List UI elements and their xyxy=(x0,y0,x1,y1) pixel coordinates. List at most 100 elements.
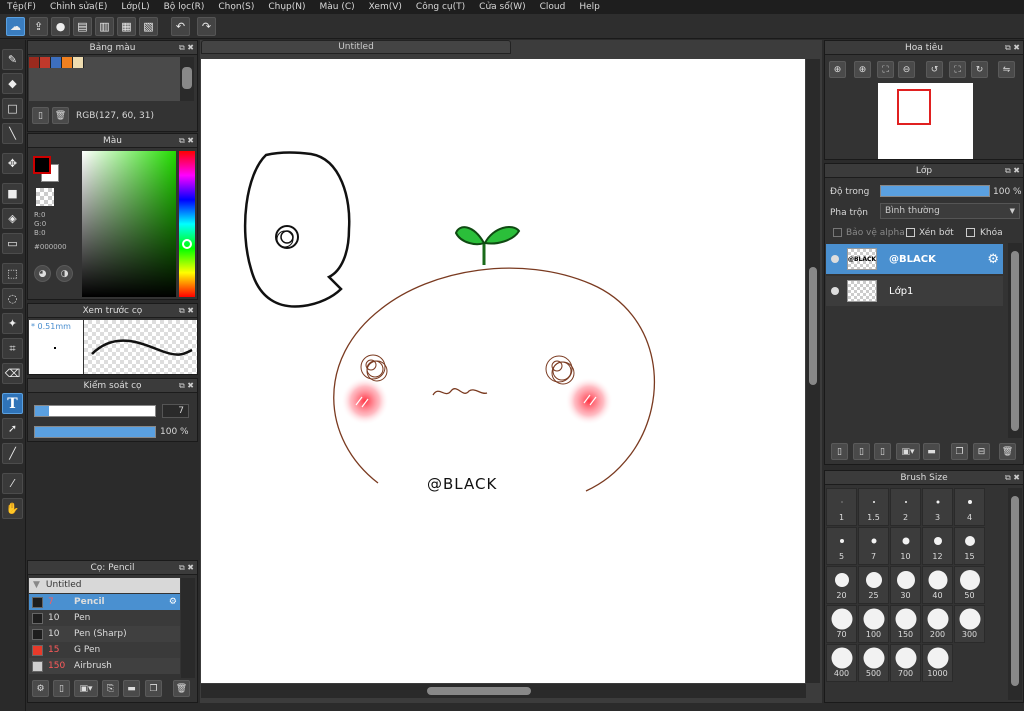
brush-size-cell[interactable]: 200 xyxy=(922,605,953,643)
palette-scrollbar[interactable] xyxy=(180,57,194,101)
layer-folder-icon[interactable]: ▬ xyxy=(923,443,940,460)
brush-copy-icon[interactable]: ❐ xyxy=(145,680,162,697)
rotate-right-icon[interactable]: ↻ xyxy=(971,61,988,78)
panel-float-close-icon[interactable]: ⧉ ✖ xyxy=(179,41,194,55)
drawing-canvas[interactable]: @BLACK xyxy=(201,59,805,683)
document-tab[interactable]: Untitled xyxy=(201,40,511,54)
brush-size-cell[interactable]: 2 xyxy=(890,488,921,526)
trash-icon[interactable]: 🗑 xyxy=(52,107,69,124)
brush-size-cell[interactable]: 1 xyxy=(826,488,857,526)
palette-swatch[interactable] xyxy=(29,57,40,68)
saturation-value-picker[interactable] xyxy=(82,151,176,297)
rotate-left-icon[interactable]: ↺ xyxy=(926,61,943,78)
flip-icon[interactable]: ⇋ xyxy=(998,61,1015,78)
menu-cloud[interactable]: Cloud xyxy=(533,0,573,14)
brush-size-cell[interactable]: 12 xyxy=(922,527,953,565)
brush-size-cell[interactable]: 500 xyxy=(858,644,889,682)
brush-folder-icon[interactable]: ▬ xyxy=(123,680,140,697)
new-brush-icon[interactable]: ▯ xyxy=(53,680,70,697)
new-layer-icon[interactable]: ▯ xyxy=(831,443,848,460)
brush-size-cell[interactable]: 70 xyxy=(826,605,857,643)
speech-bubble-icon[interactable]: ● xyxy=(51,17,70,36)
zoom-icon[interactable]: ⊕ xyxy=(854,61,871,78)
delete-layer-icon[interactable]: 🗑 xyxy=(999,443,1016,460)
line-tool-icon[interactable]: ╲ xyxy=(2,123,23,144)
gear-icon[interactable]: ⚙ xyxy=(169,597,177,607)
blend-mode-select[interactable]: Bình thường ▼ xyxy=(880,203,1020,219)
duplicate-brush-icon[interactable]: ⎘ xyxy=(102,680,119,697)
panel-float-close-icon[interactable]: ⧉ ✖ xyxy=(1005,471,1020,485)
select-eraser-tool-icon[interactable]: ⌫ xyxy=(2,363,23,384)
brush-size-cell[interactable]: 7 xyxy=(858,527,889,565)
menu-view[interactable]: Xem(V) xyxy=(362,0,409,14)
comment-icon[interactable]: ▤ xyxy=(73,17,92,36)
brush-size-cell[interactable]: 10 xyxy=(890,527,921,565)
rect-shape-tool-icon[interactable]: □ xyxy=(2,98,23,119)
brush-size-scrollbar[interactable] xyxy=(1008,488,1022,700)
brush-size-cell[interactable]: 20 xyxy=(826,566,857,604)
color-mix-icon[interactable]: ◑ xyxy=(56,265,73,282)
rect-select-tool-icon[interactable]: ⬚ xyxy=(2,263,23,284)
brush-list-item[interactable]: 10 Pen xyxy=(29,610,180,626)
new-layer-1bit-icon[interactable]: ▯ xyxy=(874,443,891,460)
menu-capture[interactable]: Chụp(N) xyxy=(261,0,312,14)
brush-size-cell[interactable]: 150 xyxy=(890,605,921,643)
layer-item[interactable]: @BLACK @BLACK ⚙ xyxy=(826,244,1003,274)
bucket-tool-icon[interactable]: ◈ xyxy=(2,208,23,229)
panel-float-close-icon[interactable]: ⧉ ✖ xyxy=(1005,41,1020,55)
brush-size-cell[interactable]: 5 xyxy=(826,527,857,565)
layer-opacity-slider[interactable] xyxy=(880,185,990,197)
palette-swatch[interactable] xyxy=(73,57,84,68)
panel-float-close-icon[interactable]: ⧉ ✖ xyxy=(179,134,194,148)
palette-swatch[interactable] xyxy=(51,57,62,68)
brush-size-slider[interactable] xyxy=(34,405,156,417)
delete-brush-icon[interactable]: 🗑 xyxy=(173,680,190,697)
divide-tool-icon[interactable]: ╱ xyxy=(2,443,23,464)
brush-size-cell[interactable]: 300 xyxy=(954,605,985,643)
add-brush-dropdown-icon[interactable]: ▣▾ xyxy=(74,680,98,697)
move-tool-icon[interactable]: ✥ xyxy=(2,153,23,174)
navigator-viewport[interactable] xyxy=(897,89,931,125)
eraser-tool-icon[interactable]: ◆ xyxy=(2,73,23,94)
layer-item[interactable]: Lớp1 xyxy=(826,276,1003,306)
menu-window[interactable]: Cửa sổ(W) xyxy=(472,0,532,14)
visibility-icon[interactable] xyxy=(831,255,839,263)
zoom-out-icon[interactable]: ⊖ xyxy=(898,61,915,78)
operation-tool-icon[interactable]: ➚ xyxy=(2,418,23,439)
fill-rect-tool-icon[interactable]: ■ xyxy=(2,183,23,204)
duplicate-layer-icon[interactable]: ❐ xyxy=(951,443,968,460)
brush-size-value[interactable]: 7 xyxy=(162,404,189,418)
brush-size-cell[interactable]: 50 xyxy=(954,566,985,604)
panel-float-close-icon[interactable]: ⧉ ✖ xyxy=(179,304,194,318)
new-layer-8bit-icon[interactable]: ▯ xyxy=(853,443,870,460)
palette-swatch[interactable] xyxy=(62,57,73,68)
export-icon[interactable]: ⇪ xyxy=(29,17,48,36)
storyboard-icon[interactable]: ▧ xyxy=(139,17,158,36)
brush-size-cell[interactable]: 100 xyxy=(858,605,889,643)
transparent-swatch[interactable] xyxy=(36,188,54,206)
navigator-thumbnail[interactable] xyxy=(878,83,973,159)
menu-layer[interactable]: Lớp(L) xyxy=(114,0,156,14)
merge-layer-icon[interactable]: ⊟ xyxy=(973,443,990,460)
brush-list-item[interactable]: 150 Airbrush xyxy=(29,658,180,674)
grid-icon[interactable]: ▦ xyxy=(117,17,136,36)
new-palette-icon[interactable]: ▯ xyxy=(32,107,49,124)
brush-size-cell[interactable]: 4 xyxy=(954,488,985,526)
menu-tools[interactable]: Công cụ(T) xyxy=(409,0,472,14)
lasso-tool-icon[interactable]: ◌ xyxy=(2,288,23,309)
palette-swatch[interactable] xyxy=(40,57,51,68)
gradient-tool-icon[interactable]: ▭ xyxy=(2,233,23,254)
canvas-vertical-scrollbar[interactable] xyxy=(806,59,820,683)
cloud-logo-icon[interactable]: ☁ xyxy=(6,17,25,36)
hand-tool-icon[interactable]: ✋ xyxy=(2,498,23,519)
canvas-horizontal-scrollbar[interactable] xyxy=(201,684,806,698)
gear-icon[interactable]: ⚙ xyxy=(987,252,999,267)
menu-file[interactable]: Tệp(F) xyxy=(0,0,43,14)
brush-opacity-slider[interactable] xyxy=(34,426,156,438)
protect-alpha-checkbox[interactable] xyxy=(833,228,842,237)
brush-size-cell[interactable]: 30 xyxy=(890,566,921,604)
brush-size-cell[interactable]: 1000 xyxy=(922,644,953,682)
menu-filter[interactable]: Bộ lọc(R) xyxy=(157,0,212,14)
brush-list-scrollbar[interactable] xyxy=(181,578,195,678)
select-pen-tool-icon[interactable]: ⌗ xyxy=(2,338,23,359)
